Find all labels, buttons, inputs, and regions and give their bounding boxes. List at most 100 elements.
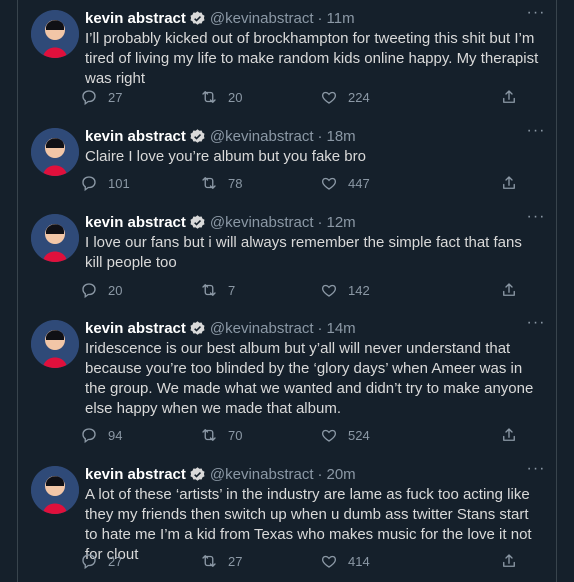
more-icon[interactable]: ··· xyxy=(526,315,546,336)
like-count: 224 xyxy=(348,89,370,105)
tweet[interactable]: kevin abstract @kevinabstract · 14m ··· … xyxy=(18,310,556,457)
timestamp[interactable]: 11m xyxy=(327,10,355,27)
share-button[interactable] xyxy=(500,552,528,570)
reply-count: 101 xyxy=(108,175,130,191)
author-handle[interactable]: @kevinabstract xyxy=(210,466,314,483)
tweet-actions: 27 20 224 xyxy=(80,87,528,107)
share-icon xyxy=(503,283,515,296)
share-button[interactable] xyxy=(500,88,528,106)
author-handle[interactable]: @kevinabstract xyxy=(210,128,314,145)
tweet[interactable]: kevin abstract @kevinabstract · 11m ··· … xyxy=(18,0,556,119)
share-icon xyxy=(503,554,515,567)
avatar[interactable] xyxy=(31,466,79,514)
separator-dot: · xyxy=(317,465,323,483)
more-icon[interactable]: ··· xyxy=(526,5,546,26)
like-button[interactable]: 142 xyxy=(320,281,440,299)
more-icon[interactable]: ··· xyxy=(526,123,546,144)
retweet-button[interactable]: 27 xyxy=(200,552,320,570)
right-rail xyxy=(556,0,574,582)
timestamp[interactable]: 12m xyxy=(327,214,356,231)
verified-badge-icon xyxy=(190,466,205,481)
tweet-text: I’ll probably kicked out of brockhampton… xyxy=(85,30,539,87)
retweet-button[interactable]: 70 xyxy=(200,426,320,444)
like-button[interactable]: 414 xyxy=(320,552,440,570)
avatar[interactable] xyxy=(31,128,79,176)
tweet-text: Claire I love you’re album but you fake … xyxy=(85,148,366,165)
like-button[interactable]: 524 xyxy=(320,426,440,444)
retweet-count: 70 xyxy=(228,427,243,443)
timestamp[interactable]: 14m xyxy=(327,320,356,337)
separator-dot: · xyxy=(317,319,323,337)
author-handle[interactable]: @kevinabstract xyxy=(210,214,314,231)
like-icon xyxy=(321,177,337,190)
timestamp[interactable]: 20m xyxy=(327,466,356,483)
reply-count: 27 xyxy=(108,553,123,569)
separator-dot: · xyxy=(317,127,323,145)
like-icon xyxy=(321,284,337,297)
tweet[interactable]: kevin abstract @kevinabstract · 20m ··· … xyxy=(18,456,556,582)
like-count: 524 xyxy=(348,427,370,443)
verified-badge-icon xyxy=(190,214,205,229)
author-name[interactable]: kevin abstract xyxy=(85,10,186,27)
author-name[interactable]: kevin abstract xyxy=(85,128,186,145)
reply-count: 20 xyxy=(108,282,123,298)
more-icon[interactable]: ··· xyxy=(526,461,546,482)
like-button[interactable]: 224 xyxy=(320,88,440,106)
reply-icon xyxy=(82,90,96,106)
tweet-actions: 101 78 447 xyxy=(80,173,528,193)
retweet-button[interactable]: 20 xyxy=(200,88,320,106)
timeline: kevin abstract @kevinabstract · 11m ··· … xyxy=(0,0,574,582)
like-button[interactable]: 447 xyxy=(320,174,440,192)
tweet-header: kevin abstract @kevinabstract · 12m xyxy=(85,212,526,232)
tweet-header: kevin abstract @kevinabstract · 18m xyxy=(85,126,526,146)
retweet-icon xyxy=(202,91,216,103)
timestamp[interactable]: 18m xyxy=(327,128,356,145)
share-button[interactable] xyxy=(500,426,528,444)
like-count: 414 xyxy=(348,553,370,569)
separator-dot: · xyxy=(317,9,323,27)
reply-button[interactable]: 27 xyxy=(80,552,200,570)
reply-button[interactable]: 94 xyxy=(80,426,200,444)
avatar[interactable] xyxy=(31,320,79,368)
left-rail xyxy=(0,0,18,582)
author-name[interactable]: kevin abstract xyxy=(85,320,186,337)
retweet-count: 78 xyxy=(228,175,243,191)
reply-icon xyxy=(82,283,96,299)
reply-count: 94 xyxy=(108,427,123,443)
verified-badge-icon xyxy=(190,128,205,143)
reply-button[interactable]: 27 xyxy=(80,88,200,106)
reply-button[interactable]: 20 xyxy=(80,281,200,299)
author-name[interactable]: kevin abstract xyxy=(85,214,186,231)
like-count: 142 xyxy=(348,282,370,298)
like-icon xyxy=(321,429,337,442)
more-icon[interactable]: ··· xyxy=(526,209,546,230)
reply-icon xyxy=(82,428,96,444)
share-button[interactable] xyxy=(500,281,528,299)
author-name[interactable]: kevin abstract xyxy=(85,466,186,483)
share-icon xyxy=(503,176,515,189)
tweet[interactable]: kevin abstract @kevinabstract · 12m ··· … xyxy=(18,204,556,311)
tweet-header: kevin abstract @kevinabstract · 20m xyxy=(85,464,526,484)
avatar[interactable] xyxy=(31,10,79,58)
retweet-count: 7 xyxy=(228,282,236,298)
retweet-count: 27 xyxy=(228,553,243,569)
retweet-button[interactable]: 78 xyxy=(200,174,320,192)
share-icon xyxy=(503,90,515,103)
author-handle[interactable]: @kevinabstract xyxy=(210,320,314,337)
tweet-header: kevin abstract @kevinabstract · 14m xyxy=(85,318,526,338)
tweet-text: Iridescence is our best album but y’all … xyxy=(85,340,534,417)
retweet-count: 20 xyxy=(228,89,243,105)
reply-icon xyxy=(82,554,96,570)
avatar[interactable] xyxy=(31,214,79,262)
like-count: 447 xyxy=(348,175,370,191)
reply-button[interactable]: 101 xyxy=(80,174,200,192)
retweet-icon xyxy=(202,177,216,189)
reply-icon xyxy=(82,176,96,192)
share-button[interactable] xyxy=(500,174,528,192)
tweet[interactable]: kevin abstract @kevinabstract · 18m ··· … xyxy=(18,118,556,205)
verified-badge-icon xyxy=(190,320,205,335)
like-icon xyxy=(321,91,337,104)
author-handle[interactable]: @kevinabstract xyxy=(210,10,314,27)
tweet-actions: 27 27 414 xyxy=(80,551,528,571)
retweet-button[interactable]: 7 xyxy=(200,281,320,299)
